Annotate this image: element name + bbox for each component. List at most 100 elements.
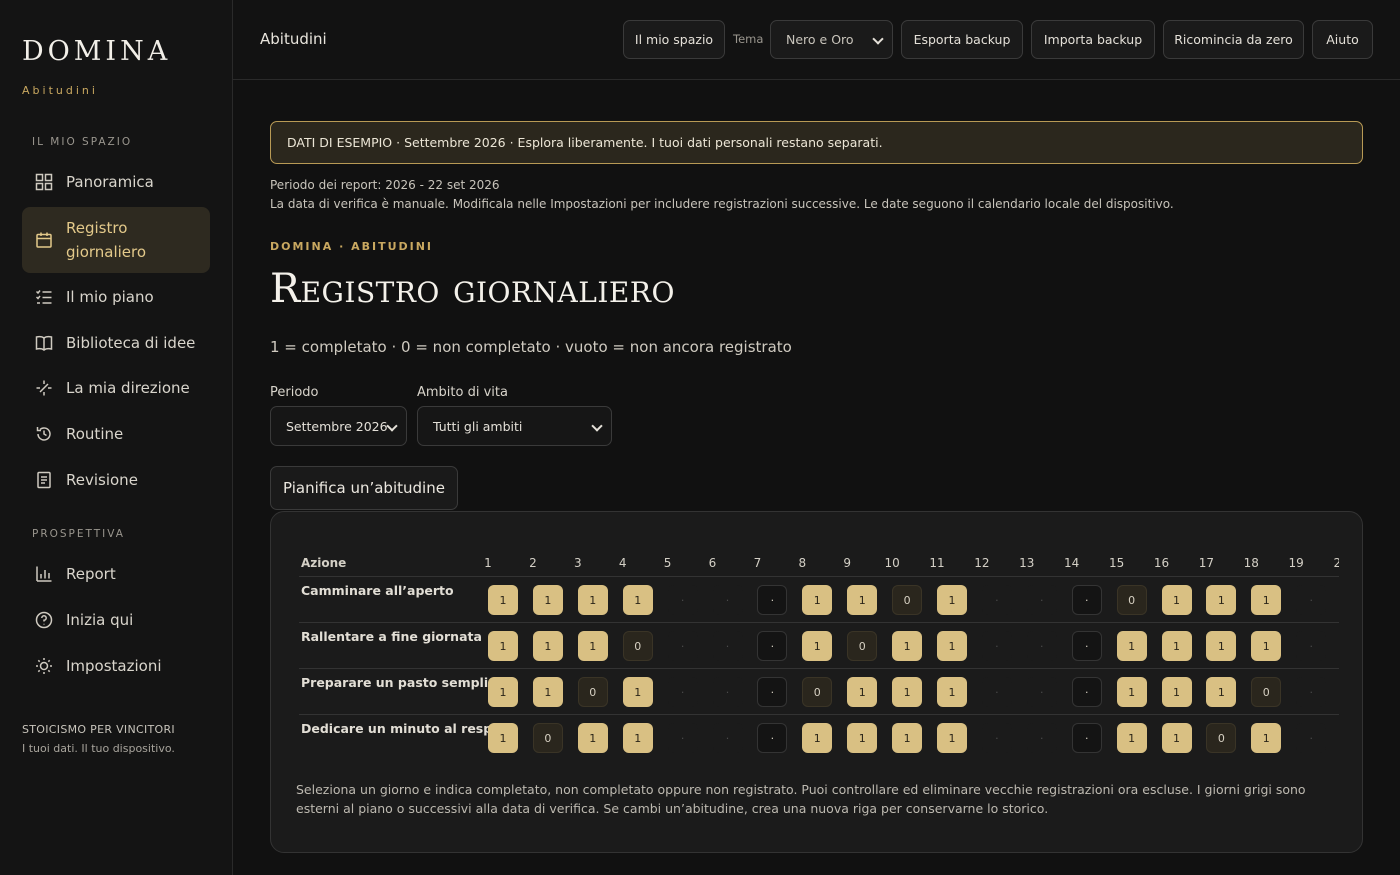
day-cell[interactable]: 1	[847, 723, 878, 753]
day-cell[interactable]: 1	[1206, 631, 1237, 661]
habit-name: Dedicare un minuto al respiro	[301, 721, 512, 736]
day-cell[interactable]: 1	[1116, 677, 1147, 707]
grid-icon	[34, 172, 54, 192]
day-cell[interactable]: 1	[622, 677, 653, 707]
grid-day-header: 9	[843, 556, 851, 570]
day-cell[interactable]: ·	[1071, 631, 1102, 661]
day-cell[interactable]: 1	[622, 585, 653, 615]
sidebar-item-overview[interactable]: Panoramica	[22, 170, 210, 194]
grid-day-header: 14	[1064, 556, 1080, 570]
day-cell[interactable]: 1	[488, 677, 518, 707]
day-cell[interactable]: 0	[577, 677, 608, 707]
day-cell[interactable]: 1	[1161, 723, 1192, 753]
habit-name: Rallentare a fine giornata	[301, 629, 482, 644]
sidebar-item-review[interactable]: Revisione	[22, 468, 210, 492]
day-cell[interactable]: 0	[1206, 723, 1237, 753]
grid-day-header: 19	[1288, 556, 1304, 570]
day-cell[interactable]: ·	[1071, 585, 1102, 615]
day-cell[interactable]: 1	[532, 677, 563, 707]
sidebar-item-idea-library[interactable]: Biblioteca di idee	[22, 331, 210, 355]
sidebar-item-my-direction[interactable]: La mia direzione	[22, 376, 210, 400]
day-cell[interactable]: ·	[1071, 723, 1102, 753]
day-cell[interactable]: 1	[1116, 723, 1147, 753]
day-cell[interactable]: 1	[532, 585, 563, 615]
help-button[interactable]: Aiuto	[1312, 20, 1373, 59]
import-backup-button[interactable]: Importa backup	[1031, 20, 1155, 59]
sidebar-item-settings[interactable]: Impostazioni	[22, 654, 210, 678]
day-cell[interactable]: 1	[937, 585, 967, 615]
day-cell[interactable]: 1	[1251, 723, 1282, 753]
day-cell[interactable]: 0	[802, 677, 833, 707]
day-cell: ·	[981, 677, 1012, 707]
bar-chart-icon	[34, 564, 54, 584]
sidebar-item-report[interactable]: Report	[22, 562, 210, 586]
grid-day-header: 20	[1333, 556, 1339, 570]
day-cell[interactable]: 1	[1116, 631, 1147, 661]
day-cell[interactable]: 0	[892, 585, 923, 615]
compass-icon	[34, 378, 54, 398]
my-space-button[interactable]: Il mio spazio	[623, 20, 725, 59]
day-cell[interactable]: ·	[757, 723, 788, 753]
day-cell: ·	[1026, 723, 1057, 753]
day-cell[interactable]: 0	[1116, 585, 1147, 615]
day-cell[interactable]: 1	[532, 631, 563, 661]
day-cell[interactable]: 1	[937, 677, 967, 707]
day-cell[interactable]: ·	[757, 631, 788, 661]
day-cell[interactable]: 1	[937, 723, 967, 753]
day-cell[interactable]: 0	[622, 631, 653, 661]
day-cell[interactable]: 0	[1251, 677, 1282, 707]
period-select[interactable]: Settembre 2026	[270, 406, 407, 446]
day-cell[interactable]: 1	[1206, 585, 1237, 615]
top-bar: Abitudini Il mio spazio Tema Nero e Oro …	[233, 0, 1400, 80]
sidebar-item-my-plan[interactable]: Il mio piano	[22, 285, 210, 309]
day-cell: ·	[1296, 723, 1327, 753]
day-cell[interactable]: 0	[532, 723, 563, 753]
chevron-down-icon	[386, 420, 398, 432]
sidebar-item-start-here[interactable]: Inizia qui	[22, 608, 210, 632]
day-cell[interactable]: 1	[892, 677, 923, 707]
day-cell: ·	[667, 677, 698, 707]
day-cell[interactable]: 1	[847, 677, 878, 707]
day-cell[interactable]: 1	[577, 723, 608, 753]
day-cell[interactable]: 1	[577, 585, 608, 615]
plan-habit-button[interactable]: Pianifica un’abitudine	[270, 466, 458, 510]
day-cell[interactable]: 1	[1251, 631, 1282, 661]
area-select[interactable]: Tutti gli ambiti	[417, 406, 612, 446]
habit-row: Camminare all’aperto1111···1101···0111··	[299, 576, 1339, 622]
day-cell[interactable]: ·	[757, 677, 788, 707]
day-cell[interactable]: 1	[1161, 631, 1192, 661]
sidebar-item-daily-log[interactable]: Registro giornaliero	[22, 207, 210, 273]
day-cell[interactable]: ·	[757, 585, 788, 615]
day-cell[interactable]: 1	[802, 585, 833, 615]
sidebar-item-label: Panoramica	[66, 173, 154, 191]
day-cell[interactable]: 1	[1161, 585, 1192, 615]
day-cell[interactable]: 1	[892, 631, 923, 661]
verification-date-note: La data di verifica è manuale. Modifical…	[270, 197, 1174, 211]
day-cell[interactable]: 1	[802, 723, 833, 753]
day-cell[interactable]: 1	[577, 631, 608, 661]
day-cell[interactable]: 1	[1251, 585, 1282, 615]
day-cell[interactable]: ·	[1071, 677, 1102, 707]
theme-select[interactable]: Nero e Oro	[770, 20, 893, 59]
day-cell[interactable]: 1	[1161, 677, 1192, 707]
day-cell[interactable]: 0	[847, 631, 878, 661]
day-cell[interactable]: 1	[892, 723, 923, 753]
day-cell: ·	[981, 585, 1012, 615]
day-cell[interactable]: 1	[622, 723, 653, 753]
history-icon	[34, 424, 54, 444]
export-backup-button[interactable]: Esporta backup	[901, 20, 1023, 59]
day-cell[interactable]: 1	[1206, 677, 1237, 707]
restart-button[interactable]: Ricomincia da zero	[1163, 20, 1304, 59]
sun-gear-icon	[34, 656, 54, 676]
day-cell[interactable]: 1	[488, 631, 518, 661]
grid-help-text: Seleziona un giorno e indica completato,…	[296, 782, 1306, 816]
day-cell[interactable]: 1	[847, 585, 878, 615]
grid-header-action: Azione	[301, 556, 347, 570]
day-cell[interactable]: 1	[802, 631, 833, 661]
day-cell: ·	[712, 631, 743, 661]
day-cell: ·	[712, 677, 743, 707]
day-cell[interactable]: 1	[937, 631, 967, 661]
sidebar-item-routine[interactable]: Routine	[22, 422, 210, 446]
day-cell[interactable]: 1	[488, 723, 518, 753]
day-cell[interactable]: 1	[488, 585, 518, 615]
